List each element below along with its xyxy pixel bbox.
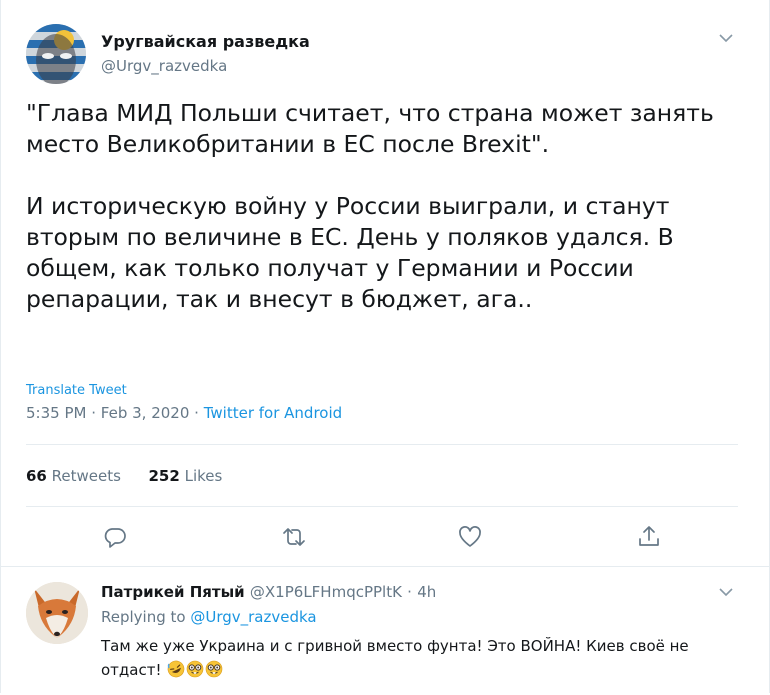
avatar[interactable] bbox=[26, 24, 86, 84]
chevron-down-icon[interactable] bbox=[716, 30, 736, 46]
replying-to-link[interactable]: @Urgv_razvedka bbox=[190, 608, 316, 626]
tweet-meta: 5:35 PM · Feb 3, 2020 · Twitter for Andr… bbox=[26, 404, 342, 422]
nerd-face-emoji bbox=[186, 660, 204, 685]
engagement-stats: 66 Retweets 252 Likes bbox=[26, 467, 222, 485]
divider bbox=[26, 444, 738, 445]
translate-tweet-link[interactable]: Translate Tweet bbox=[26, 383, 127, 398]
meta-separator: · bbox=[91, 404, 97, 422]
reply-handle[interactable]: @X1P6LFHmqcPPltK bbox=[250, 583, 402, 601]
share-icon[interactable] bbox=[636, 523, 662, 549]
retweets-label: Retweets bbox=[51, 467, 121, 485]
chevron-down-icon[interactable] bbox=[716, 584, 736, 600]
reply-text: Там же уже Украина и с гривной вместо фу… bbox=[101, 634, 751, 685]
reply-author: Патрикей Пятый @X1P6LFHmqcPPltK · 4h bbox=[101, 583, 436, 601]
tweet-paragraph: "Глава МИД Польши считает, что страна мо… bbox=[26, 99, 714, 158]
reply-icon[interactable] bbox=[102, 524, 128, 550]
replying-label: Replying to bbox=[101, 608, 186, 626]
tweet-paragraph: И историческую войну у России выиграли, … bbox=[26, 192, 674, 313]
reply-avatar[interactable] bbox=[26, 582, 88, 644]
likes-label: Likes bbox=[184, 467, 223, 485]
likes-count: 252 bbox=[148, 467, 180, 485]
replying-to: Replying to @Urgv_razvedka bbox=[101, 608, 317, 626]
retweets-count: 66 bbox=[26, 467, 47, 485]
meta-separator: · bbox=[407, 583, 412, 601]
tweet-text: "Глава МИД Польши считает, что страна мо… bbox=[26, 98, 741, 315]
reply-age[interactable]: 4h bbox=[417, 583, 436, 601]
user-handle[interactable]: @Urgv_razvedka bbox=[101, 57, 227, 75]
retweets-stat[interactable]: 66 Retweets bbox=[26, 467, 121, 485]
nerd-face-emoji bbox=[205, 660, 223, 685]
meta-separator: · bbox=[194, 404, 199, 422]
tweet-source-link[interactable]: Twitter for Android bbox=[204, 404, 342, 422]
retweet-icon[interactable] bbox=[281, 524, 307, 550]
display-name[interactable]: Уругвайская разведка bbox=[101, 32, 310, 51]
like-icon[interactable] bbox=[457, 524, 483, 550]
tweet-date[interactable]: Feb 3, 2020 bbox=[101, 404, 190, 422]
tweet-time[interactable]: 5:35 PM bbox=[26, 404, 86, 422]
divider bbox=[0, 566, 770, 567]
reply-display-name[interactable]: Патрикей Пятый bbox=[101, 583, 245, 601]
rofl-emoji bbox=[167, 660, 185, 685]
divider bbox=[26, 506, 738, 507]
likes-stat[interactable]: 252 Likes bbox=[149, 467, 223, 485]
